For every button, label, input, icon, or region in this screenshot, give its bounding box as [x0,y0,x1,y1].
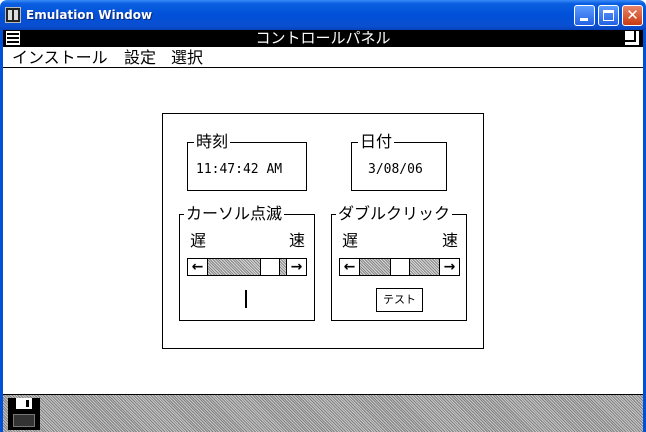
menu-bar: インストール 設定 選択 [3,47,643,68]
window-border-left [0,30,3,432]
emulator-title: Emulation Window [26,8,153,22]
minimize-icon [580,18,588,21]
cursor-blink-thumb[interactable] [260,259,280,275]
minimize-button[interactable] [574,5,595,26]
maximize-button[interactable] [598,5,619,26]
double-click-slow-label: 遅 [342,231,359,250]
resize-box-icon[interactable] [625,31,639,45]
right-arrow-icon[interactable]: → [286,259,306,275]
double-click-scrollbar[interactable]: ← → [339,258,460,276]
close-button[interactable]: ✕ [622,5,643,26]
menu-install[interactable]: インストール [12,48,108,67]
time-value[interactable]: 11:47:42 AM [196,162,282,177]
emulator-app-icon[interactable] [5,7,21,23]
blinking-cursor-demo [245,290,247,308]
cursor-blink-group: カーソル点滅 遅 速 ← → [179,204,315,321]
control-panel-titlebar[interactable]: コントロールパネル [3,30,643,47]
date-value[interactable]: 3/08/06 [368,162,423,177]
desktop-icon-area [3,394,643,432]
time-group: 時刻 11:47:42 AM [187,132,307,191]
date-label: 日付 [358,132,395,152]
double-click-thumb[interactable] [390,259,410,275]
menu-select[interactable]: 選択 [171,48,203,67]
left-arrow-icon[interactable]: ← [340,259,360,275]
cursor-blink-slow-label: 遅 [190,231,207,250]
test-button[interactable]: テスト [376,288,423,312]
floppy-disk-icon[interactable] [8,398,40,430]
right-arrow-icon[interactable]: → [439,259,459,275]
control-panel-title: コントロールパネル [255,29,391,47]
menu-settings[interactable]: 設定 [124,48,156,67]
emulator-titlebar[interactable]: Emulation Window ✕ [0,0,646,30]
double-click-group: ダブルクリック 遅 速 ← → テスト [331,204,467,321]
cursor-blink-fast-label: 速 [289,231,306,250]
cursor-blink-label: カーソル点滅 [184,204,285,224]
close-icon: ✕ [626,6,639,24]
maximize-icon [603,10,614,21]
control-panel-dialog: 時刻 11:47:42 AM 日付 3/08/06 カーソル点滅 遅 速 ← →… [162,113,484,349]
cursor-blink-scrollbar[interactable]: ← → [187,258,307,276]
double-click-label: ダブルクリック [336,204,453,224]
date-group: 日付 3/08/06 [351,132,447,191]
time-label: 時刻 [194,132,231,152]
double-click-fast-label: 速 [442,231,459,250]
left-arrow-icon[interactable]: ← [188,259,208,275]
